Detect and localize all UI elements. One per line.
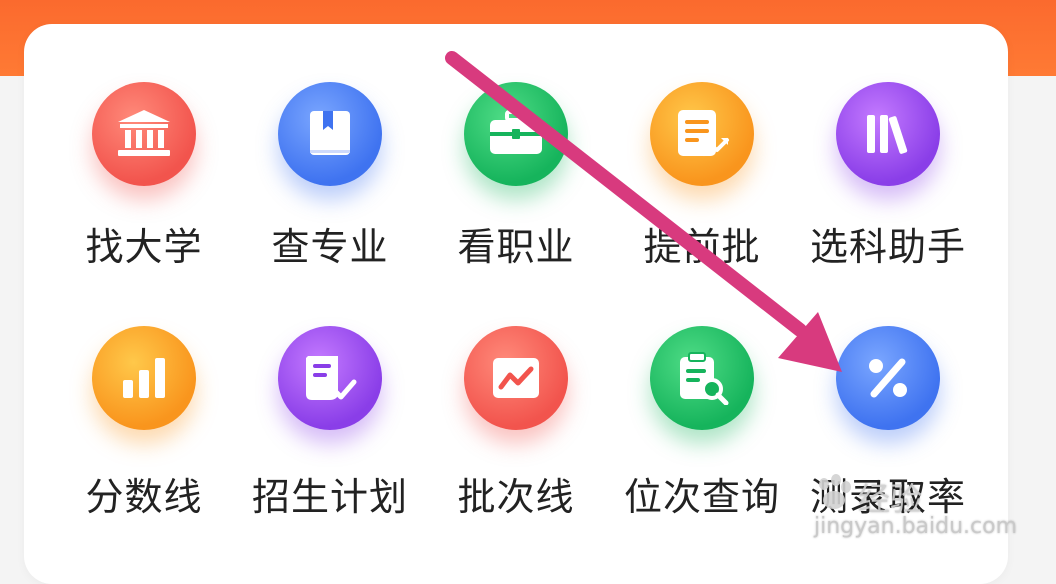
bar-chart-icon (92, 326, 196, 430)
document-check-icon (278, 326, 382, 430)
tool-label: 选科助手 (809, 225, 966, 269)
watermark: 经验 jingyan.baidu.com (806, 470, 1017, 550)
tool-subject-assistant[interactable]: 选科助手 (800, 82, 976, 312)
book-icon (278, 82, 382, 186)
tool-label: 看职业 (457, 225, 575, 269)
tool-label: 找大学 (85, 225, 203, 269)
tool-label: 批次线 (457, 475, 575, 519)
tool-label: 提前批 (643, 225, 761, 269)
tool-label: 招生计划 (251, 475, 408, 519)
tool-view-career[interactable]: 看职业 (428, 82, 604, 312)
tool-label: 查专业 (271, 225, 389, 269)
tool-label: 分数线 (85, 475, 203, 519)
tool-label: 位次查询 (623, 475, 780, 519)
clipboard-search-icon (650, 326, 754, 430)
books-icon (836, 82, 940, 186)
percent-icon (836, 326, 940, 430)
tool-enrollment-plan[interactable]: 招生计划 (242, 326, 418, 556)
tool-batch-line[interactable]: 批次线 (428, 326, 604, 556)
tool-find-university[interactable]: 找大学 (56, 82, 232, 312)
tool-early-batch[interactable]: 提前批 (614, 82, 790, 312)
line-chart-icon (464, 326, 568, 430)
watermark-url: jingyan.baidu.com (814, 514, 1018, 539)
tool-score-line[interactable]: 分数线 (56, 326, 232, 556)
document-chart-icon (650, 82, 754, 186)
tool-rank-query[interactable]: 位次查询 (614, 326, 790, 556)
university-icon (92, 82, 196, 186)
baidu-paw-icon (819, 474, 851, 509)
tool-search-major[interactable]: 查专业 (242, 82, 418, 312)
briefcase-icon (464, 82, 568, 186)
